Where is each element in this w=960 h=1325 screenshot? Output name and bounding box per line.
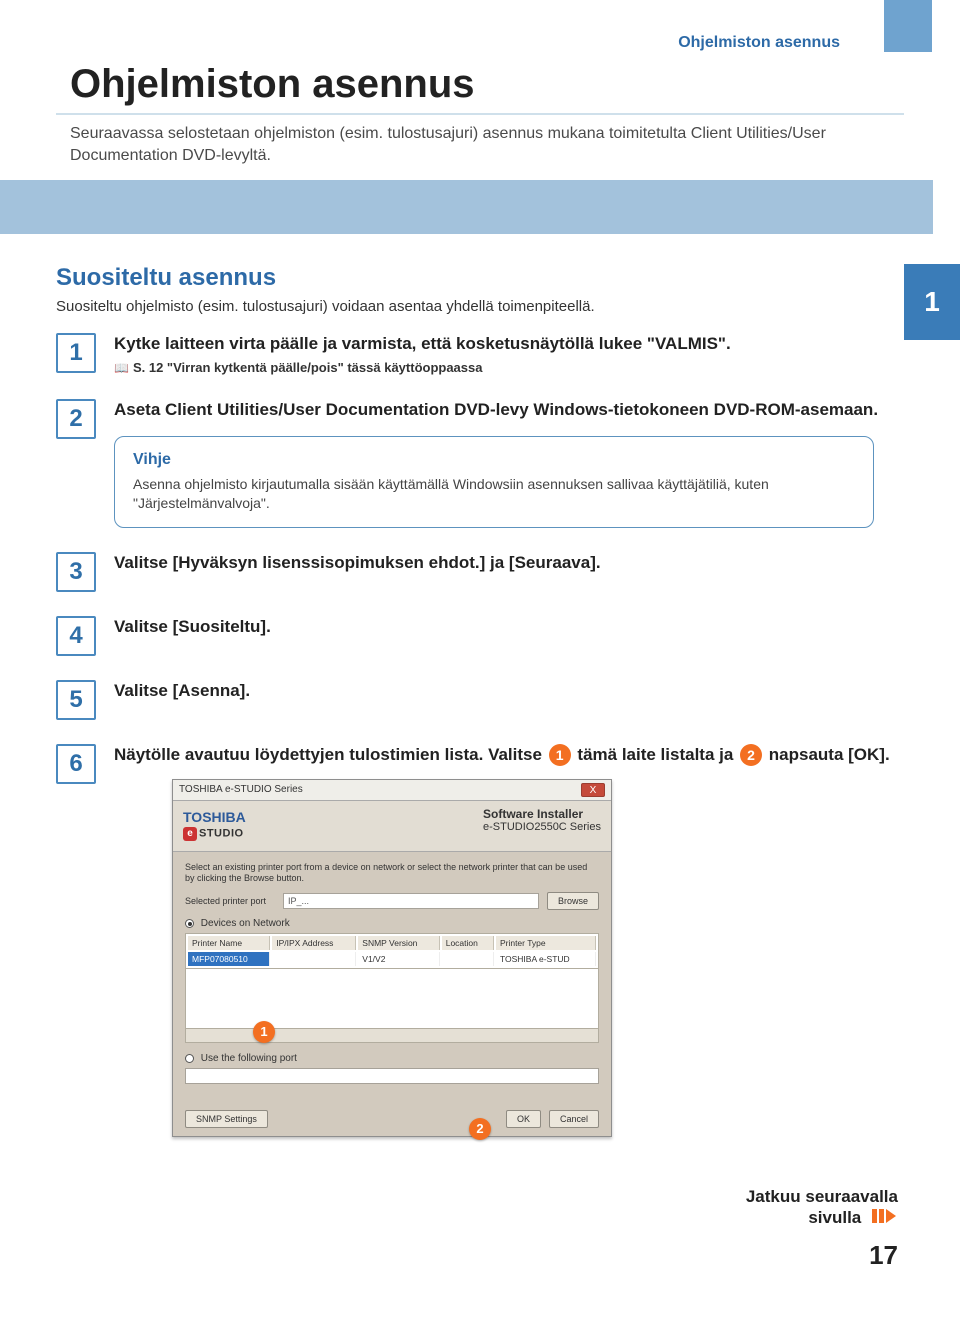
step-6: 6 Näytölle avautuu löydettyjen tulostimi… — [56, 744, 904, 1137]
callout-inline-1: 1 — [549, 744, 571, 766]
step-number: 6 — [56, 744, 96, 784]
installer-titlebar: TOSHIBA e-STUDIO Series X — [173, 780, 611, 801]
browse-button[interactable]: Browse — [547, 892, 599, 910]
step-number: 1 — [56, 333, 96, 373]
cell-name: MFP07080510 — [188, 952, 270, 966]
printer-list-area — [185, 969, 599, 1029]
intro-text: Seuraavassa selostetaan ohjelmiston (esi… — [56, 123, 904, 180]
step-text: Aseta Client Utilities/User Documentatio… — [114, 399, 904, 422]
step-number: 4 — [56, 616, 96, 656]
cell-type: TOSHIBA e-STUD — [496, 952, 596, 966]
arrow-icon — [872, 1208, 898, 1228]
cross-reference: S. 12 "Virran kytkentä päälle/pois" täss… — [114, 360, 904, 375]
radio1-label: Devices on Network — [201, 918, 290, 929]
installer-header: Software Installer e-STUDIO2550C Series … — [173, 801, 611, 852]
col-printer-name: Printer Name — [188, 936, 270, 950]
ok-button[interactable]: OK — [506, 1110, 541, 1128]
blue-band — [0, 180, 933, 234]
step-text: Kytke laitteen virta päälle ja varmista,… — [114, 333, 904, 356]
cancel-button[interactable]: Cancel — [549, 1110, 599, 1128]
page-number: 17 — [56, 1240, 904, 1271]
tip-title: Vihje — [133, 451, 855, 469]
printer-table: Printer Name IP/IPX Address SNMP Version… — [185, 933, 599, 969]
port-input[interactable] — [185, 1068, 599, 1084]
divider — [56, 113, 904, 115]
callout-inline-2: 2 — [740, 744, 762, 766]
col-type: Printer Type — [496, 936, 596, 950]
col-snmp: SNMP Version — [358, 936, 439, 950]
step-number: 2 — [56, 399, 96, 439]
snmp-settings-button[interactable]: SNMP Settings — [185, 1110, 268, 1128]
step-1: 1 Kytke laitteen virta päälle ja varmist… — [56, 333, 904, 375]
selected-port-label: Selected printer port — [185, 896, 275, 906]
cell-ip — [272, 952, 356, 966]
section-title: Suositeltu asennus — [56, 264, 904, 292]
e-logo-icon: e — [183, 827, 197, 841]
step6-before: Näytölle avautuu löydettyjen tulostimien… — [114, 745, 547, 764]
section-lead: Suositeltu ohjelmisto (esim. tulostusaju… — [56, 298, 904, 315]
logo-text: STUDIO — [199, 827, 244, 839]
chapter-tab: 1 — [904, 264, 960, 340]
horizontal-scrollbar[interactable] — [185, 1029, 599, 1043]
installer-dialog: TOSHIBA e-STUDIO Series X Software Insta… — [172, 779, 612, 1138]
tip-box: Vihje Asenna ohjelmisto kirjautumalla si… — [114, 436, 874, 528]
selected-port-input[interactable]: IP_... — [283, 893, 539, 909]
tip-text: Asenna ohjelmisto kirjautumalla sisään k… — [133, 475, 855, 513]
callout-badge-2: 2 — [469, 1118, 491, 1140]
corner-tab — [884, 0, 932, 52]
installer-header-subtitle: e-STUDIO2550C Series — [483, 821, 601, 833]
step-text: Valitse [Asenna]. — [114, 680, 904, 703]
col-location: Location — [442, 936, 494, 950]
installer-instruction: Select an existing printer port from a d… — [185, 862, 599, 885]
continue-line1: Jatkuu seuraavalla — [746, 1187, 898, 1206]
step-4: 4 Valitse [Suositeltu]. — [56, 616, 904, 656]
breadcrumb: Ohjelmiston asennus — [56, 34, 840, 52]
close-button[interactable]: X — [581, 783, 605, 797]
step6-mid: tämä laite listalta ja — [577, 745, 738, 764]
installer-title-text: TOSHIBA e-STUDIO Series — [179, 784, 303, 795]
step-text: Valitse [Suositeltu]. — [114, 616, 904, 639]
col-ip: IP/IPX Address — [272, 936, 356, 950]
radio-use-following-port[interactable] — [185, 1054, 194, 1063]
step-3: 3 Valitse [Hyväksyn lisenssisopimuksen e… — [56, 552, 904, 592]
step6-after: napsauta [OK]. — [769, 745, 890, 764]
step-number: 5 — [56, 680, 96, 720]
continue-text: Jatkuu seuraavalla sivulla — [56, 1187, 898, 1228]
step-text: Näytölle avautuu löydettyjen tulostimien… — [114, 744, 904, 767]
radio2-label: Use the following port — [201, 1053, 297, 1064]
installer-header-title: Software Installer — [483, 807, 601, 821]
step-number: 3 — [56, 552, 96, 592]
printer-row[interactable]: MFP07080510 V1/V2 TOSHIBA e-STUD — [188, 952, 596, 966]
step-5: 5 Valitse [Asenna]. — [56, 680, 904, 720]
cell-snmp: V1/V2 — [358, 952, 439, 966]
cell-loc — [442, 952, 494, 966]
step-text: Valitse [Hyväksyn lisenssisopimuksen ehd… — [114, 552, 904, 575]
radio-devices-on-network[interactable] — [185, 919, 194, 928]
step-2: 2 Aseta Client Utilities/User Documentat… — [56, 399, 904, 528]
continue-line2: sivulla — [808, 1208, 861, 1227]
page-title: Ohjelmiston asennus — [56, 62, 904, 107]
